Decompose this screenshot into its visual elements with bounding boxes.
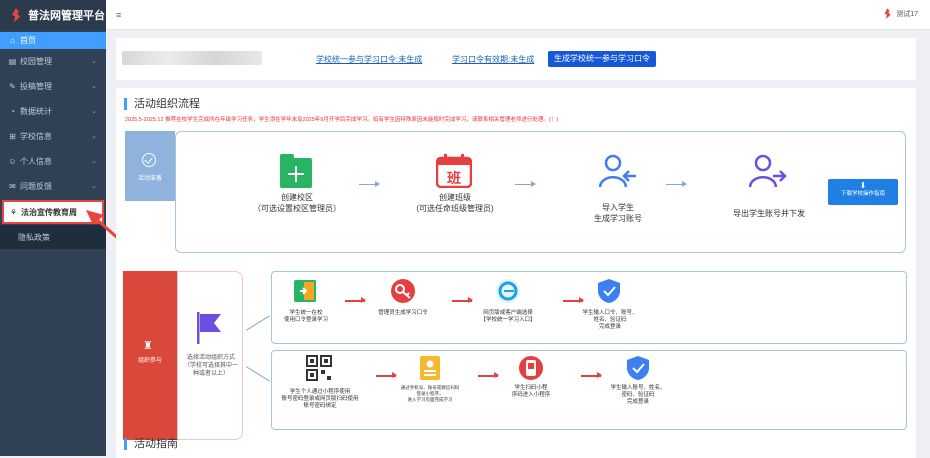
sidebar-item-profile[interactable]: ☺ 个人信息 ⌄ <box>0 149 106 174</box>
qr-code-icon <box>306 355 332 381</box>
door-icon <box>294 280 316 302</box>
flow-arrow <box>666 181 687 187</box>
choose-method-block: 选择活动组织方式（学校可选择其中一种或者以上） <box>177 271 243 440</box>
chevron-down-icon: ⌄ <box>91 58 97 65</box>
row1-step-2: 管理员生成学习口令 <box>378 310 428 316</box>
sidebar-item-label: 数据统计 <box>20 107 52 116</box>
school-command-link[interactable]: 学校统一参与学习口令:未生成 <box>316 54 422 65</box>
svg-text:班: 班 <box>447 170 461 186</box>
prep-steps-box: 创建校区 （可选设置校区管理员） 班 创建班级 (可选任命班级管理员) 导入学生 生成… <box>175 131 906 253</box>
row1-step-4: 学生输入口令、账号、 姓名、验证码 完成登录 <box>582 310 638 330</box>
flow-arrow <box>452 297 473 303</box>
id-card-icon <box>420 356 440 380</box>
folder-add-icon <box>280 154 312 188</box>
chevron-down-icon: ⌄ <box>91 108 97 115</box>
command-expiry-link[interactable]: 学习口令有效期:未生成 <box>452 54 534 65</box>
download-icon: ⬇ <box>859 181 867 190</box>
chevron-down-icon: ⌄ <box>91 133 97 140</box>
command-banner: 学校统一参与学习口令:未生成 学习口令有效期:未生成 生成学校统一参与学习口令 <box>116 38 916 80</box>
sidebar-item-label: 首页 <box>20 36 36 45</box>
user-name: 测试17 <box>896 10 918 18</box>
info-icon: ⊞ <box>9 132 16 141</box>
section-title-process: 活动组织流程 <box>124 98 200 110</box>
row1-step-1: 学生统一在校 使用口令登录学习 <box>283 310 328 323</box>
method-miniapp-box: 学生个人通过小程序使用 账号密码登录或网页版扫码使用 账号密码绑定 通过手机号、… <box>271 350 907 430</box>
flow-arrow <box>581 372 602 378</box>
shield-user-icon <box>627 356 649 380</box>
blurred-school-name <box>122 51 262 65</box>
phone-scan-icon <box>519 356 543 380</box>
section-title-guide: 活动指南 <box>124 438 178 450</box>
prep-label: 活动准备 <box>137 176 162 182</box>
school-icon: ▤ <box>8 57 17 66</box>
user-export-icon <box>749 154 787 188</box>
step-export-accounts: 导出学生账号并下发 <box>733 209 805 218</box>
row1-step-3: 网页版或客户端选择 【学校统一学习入口】 <box>480 310 536 323</box>
hamburger-icon[interactable]: ≡ <box>116 10 121 20</box>
sidebar-item-label: 法治宣传教育周 <box>21 207 77 217</box>
avatar-icon <box>884 8 891 19</box>
row2-step-3: 学生扫码小程 序码进入小程序 <box>511 385 551 398</box>
flow-arrow <box>478 372 499 378</box>
choose-method-label: 选择活动组织方式（学校可选择其中一种或者以上） <box>184 355 239 377</box>
participate-block: ♜ 组织参与 <box>123 271 177 440</box>
row2-step-2: 通过手机号、账号或微信扫码 登录小程序， 进入学习页面完成学习 <box>400 385 460 402</box>
user-import-icon <box>599 154 636 188</box>
branch-line <box>245 315 271 331</box>
law-week-icon: ⚘ <box>9 207 18 217</box>
method-command-box: 学生统一在校 使用口令登录学习 管理员生成学习口令 网页版或客户端选择 【学校统… <box>271 271 907 344</box>
step-import-students: 导入学生 生成学习账号 <box>594 203 642 223</box>
sidebar-item-label: 隐私政策 <box>18 232 50 242</box>
sidebar-item-label: 问题反馈 <box>20 182 52 191</box>
generate-command-button[interactable]: 生成学校统一参与学习口令 <box>548 51 656 67</box>
feedback-icon: ✉ <box>9 182 16 191</box>
flow-arrow <box>515 181 536 187</box>
sidebar-item-home[interactable]: ⌂ 首页 <box>0 32 106 49</box>
user-menu[interactable]: 测试17 <box>883 8 918 19</box>
sidebar-item-label: 学校信息 <box>20 132 52 141</box>
check-circle-icon <box>142 153 156 167</box>
shield-user-icon <box>598 279 620 303</box>
key-icon <box>391 279 415 303</box>
stats-icon: ◔ <box>10 107 15 116</box>
notice-text: 2025.5-2025.12 推荐在校学生完成所在年级学习任务，学生须在学年末及… <box>125 117 559 123</box>
step-create-class: 创建班级 (可选任命班级管理员) <box>416 193 494 213</box>
submission-icon: ✎ <box>9 82 16 91</box>
top-bar: ≡ 测试17 <box>106 0 930 30</box>
flow-arrow <box>376 372 397 378</box>
sidebar-item-label: 校园管理 <box>20 57 52 66</box>
browser-icon <box>496 279 520 303</box>
flow-arrow <box>359 181 380 187</box>
chevron-down-icon: ⌄ <box>91 158 97 165</box>
sidebar-item-submissions[interactable]: ✎ 投稿管理 ⌄ <box>0 74 106 99</box>
download-guide-button[interactable]: ⬇ 下载学校操作指南 <box>828 179 898 205</box>
sidebar-header: 普法网管理平台 <box>0 0 106 30</box>
main-content: 活动组织流程 2025.5-2025.12 推荐在校学生完成所在年级学习任务，学… <box>116 88 916 458</box>
hat-icon: ♜ <box>143 340 153 352</box>
flow-arrow <box>563 297 584 303</box>
user-icon: ☺ <box>8 157 17 166</box>
flow-arrow <box>345 297 366 303</box>
flag-icon <box>197 312 221 344</box>
row2-step-1: 学生个人通过小程序使用 账号密码登录或网页版扫码使用 账号密码绑定 <box>281 389 359 409</box>
home-icon: ⌂ <box>10 36 15 45</box>
sidebar-item-feedback[interactable]: ✉ 问题反馈 ⌄ <box>0 174 106 199</box>
sidebar-item-school-info[interactable]: ⊞ 学校信息 ⌄ <box>0 124 106 149</box>
sidebar-item-label: 个人信息 <box>20 157 52 166</box>
app-title: 普法网管理平台 <box>28 10 105 22</box>
class-calendar-icon: 班 <box>436 154 472 188</box>
sidebar-item-label: 投稿管理 <box>20 82 52 91</box>
chevron-down-icon: ⌄ <box>91 183 97 190</box>
step-create-campus: 创建校区 （可选设置校区管理员） <box>253 193 341 213</box>
chevron-down-icon: ⌄ <box>91 83 97 90</box>
row2-step-4: 学生输入账号、姓名、 密码、验证码 完成登录 <box>610 385 666 405</box>
sidebar-item-campus[interactable]: ▤ 校园管理 ⌄ <box>0 49 106 74</box>
logo-icon <box>12 8 20 22</box>
participate-label: 组织参与 <box>137 358 162 364</box>
branch-line <box>245 366 271 382</box>
prep-block: 活动准备 <box>125 131 175 201</box>
sidebar-item-stats[interactable]: ◔ 数据统计 ⌄ <box>0 99 106 124</box>
